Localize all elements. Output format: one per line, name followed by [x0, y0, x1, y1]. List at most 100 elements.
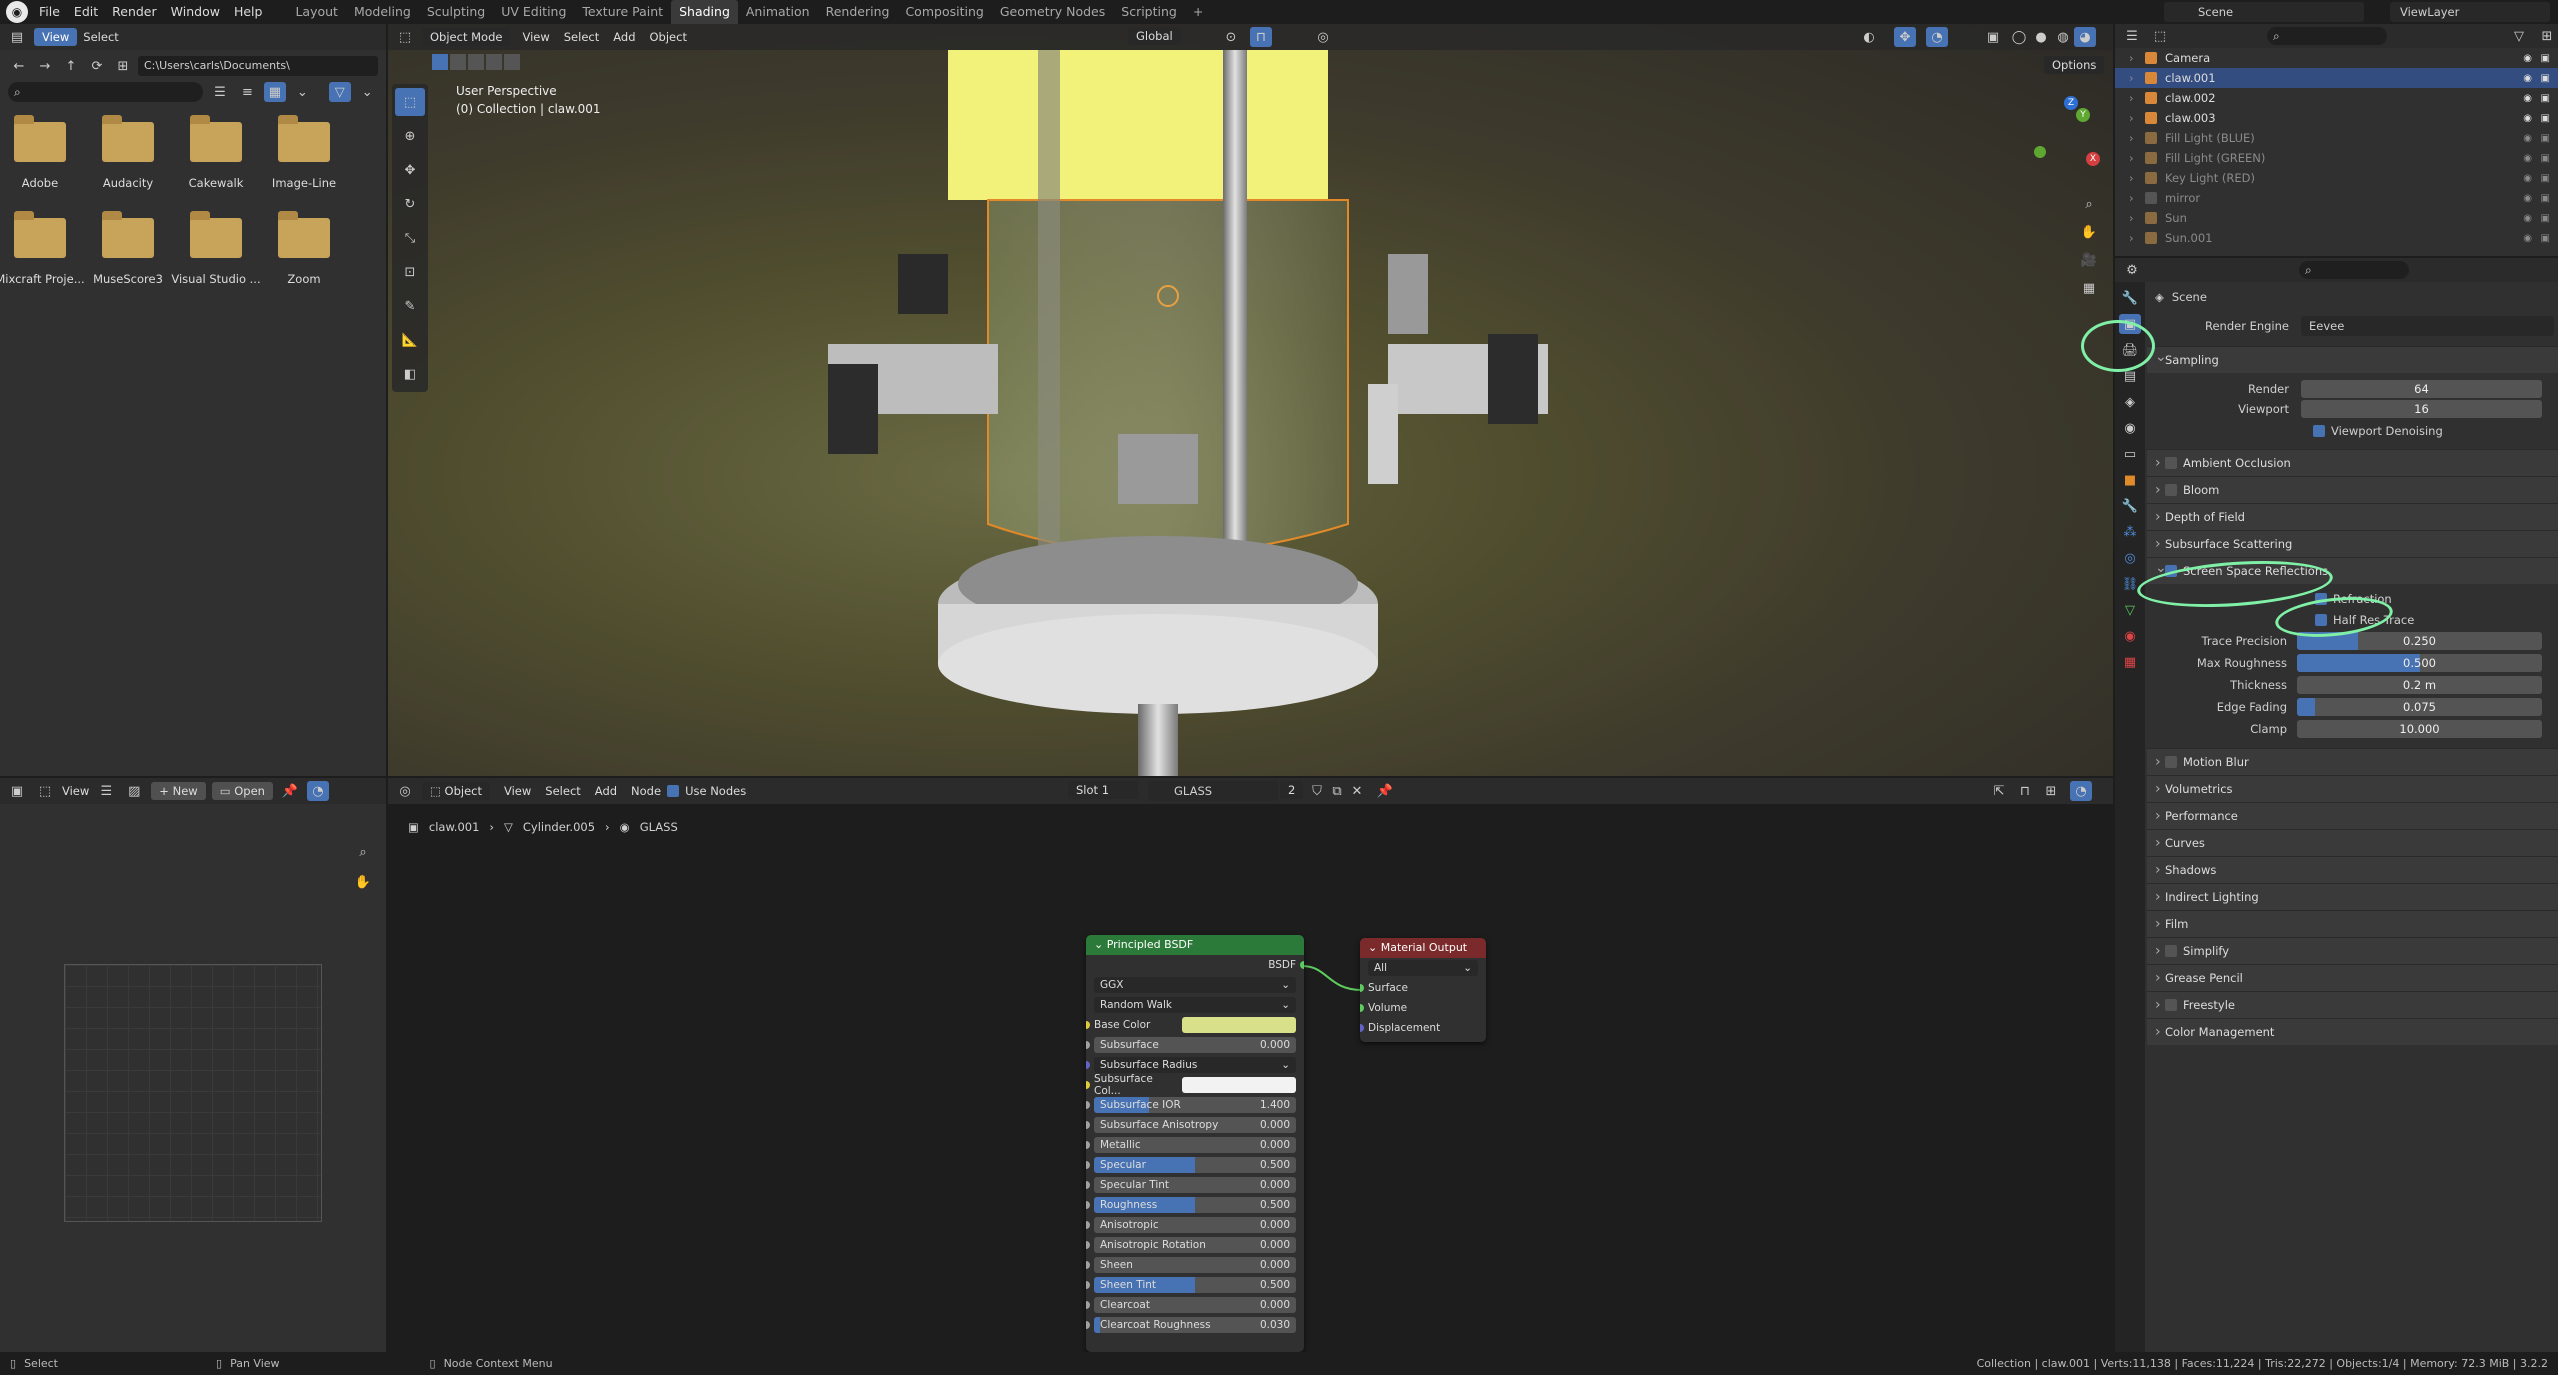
visibility-eye-icon[interactable]: ◉	[2523, 93, 2532, 104]
collection-tab-icon[interactable]: ▭	[2119, 444, 2141, 464]
section-subsurface-scattering[interactable]: Subsurface Scattering	[2147, 530, 2558, 557]
uv-grid[interactable]	[64, 964, 322, 1222]
ssr-field-slider[interactable]: 0.2 m	[2297, 676, 2542, 694]
menu-window[interactable]: Window	[164, 0, 227, 24]
section-curves[interactable]: Curves	[2147, 829, 2558, 856]
bsdf-input-socket[interactable]	[1086, 1041, 1090, 1049]
render-camera-icon[interactable]: ▣	[2541, 93, 2550, 104]
section-ambient-occlusion[interactable]: Ambient Occlusion	[2147, 449, 2558, 476]
scene-tab-icon[interactable]: ◈	[2119, 392, 2141, 412]
menu-render[interactable]: Render	[105, 0, 164, 24]
physics-tab-icon[interactable]: ◎	[2119, 548, 2141, 568]
pin-icon[interactable]: 📌	[279, 781, 301, 801]
image-browse-icon[interactable]: ▨	[123, 781, 145, 801]
section-checkbox[interactable]	[2165, 999, 2177, 1011]
sampling-section-header[interactable]: Sampling	[2147, 346, 2558, 373]
outliner-filter-icon[interactable]: ▽	[2508, 26, 2530, 46]
outliner-item[interactable]: › claw.002 ◉ ▣	[2115, 88, 2558, 108]
camera-view-icon[interactable]: 🎥	[2078, 250, 2100, 270]
list-horizontal-icon[interactable]: ≡	[237, 82, 258, 102]
viewport-denoising-checkbox[interactable]	[2313, 425, 2325, 437]
principled-bsdf-node[interactable]: ⌄ Principled BSDF BSDF GGX ⌄ Random Walk ⌄…	[1086, 935, 1304, 1352]
modifier-tab-icon[interactable]: 🔧	[2119, 496, 2141, 516]
section-bloom[interactable]: Bloom	[2147, 476, 2558, 503]
bsdf-input-field[interactable]: Subsurface 0.000	[1094, 1037, 1296, 1053]
volume-socket[interactable]	[1360, 1004, 1364, 1012]
render-camera-icon[interactable]: ▣	[2541, 113, 2550, 124]
bsdf-input-socket[interactable]	[1086, 1321, 1090, 1329]
gizmo-z-axis[interactable]: Z	[2064, 96, 2078, 110]
subsurface-radius-socket[interactable]	[1086, 1061, 1090, 1069]
image-zoom-icon[interactable]: ⌕	[352, 842, 374, 862]
bsdf-input-field[interactable]: Subsurface Anisotropy 0.000	[1094, 1117, 1296, 1133]
image-hamburger-icon[interactable]: ☰	[95, 781, 117, 801]
section-checkbox[interactable]	[2165, 756, 2177, 768]
refresh-icon[interactable]: ⟳	[86, 56, 108, 76]
list-vertical-icon[interactable]: ☰	[209, 82, 230, 102]
expand-chevron-icon[interactable]: ›	[2129, 151, 2134, 165]
folder-item[interactable]: Image-Line	[264, 112, 344, 208]
path-field[interactable]: C:\Users\carls\Documents\	[138, 56, 378, 76]
folder-item[interactable]: Zoom	[264, 208, 344, 304]
section-checkbox[interactable]	[2165, 945, 2177, 957]
bsdf-output-socket[interactable]	[1300, 961, 1304, 969]
outliner-item[interactable]: › mirror ◉ ▣	[2115, 188, 2558, 208]
texture-tab-icon[interactable]: ▦	[2119, 652, 2141, 672]
menu-help[interactable]: Help	[227, 0, 270, 24]
menu-edit[interactable]: Edit	[67, 0, 105, 24]
object-tab-icon[interactable]: ■	[2119, 470, 2141, 490]
subsurface-color-swatch[interactable]	[1182, 1077, 1296, 1093]
gizmo-y-axis[interactable]: Y	[2076, 108, 2090, 122]
bsdf-input-socket[interactable]	[1086, 1101, 1090, 1109]
bsdf-input-socket[interactable]	[1086, 1201, 1090, 1209]
render-camera-icon[interactable]: ▣	[2541, 73, 2550, 84]
bsdf-input-field[interactable]: Subsurface IOR 1.400	[1094, 1097, 1296, 1113]
bsdf-input-field[interactable]: Roughness 0.500	[1094, 1197, 1296, 1213]
outliner-item[interactable]: › Fill Light (GREEN) ◉ ▣	[2115, 148, 2558, 168]
expand-chevron-icon[interactable]: ›	[2129, 211, 2134, 225]
section-grease-pencil[interactable]: Grease Pencil	[2147, 964, 2558, 991]
expand-chevron-icon[interactable]: ›	[2129, 191, 2134, 205]
material-output-node[interactable]: ⌄ Material Output All ⌄ Surface Volume Di…	[1360, 938, 1486, 1042]
expand-chevron-icon[interactable]: ›	[2129, 171, 2134, 185]
gizmo-neg-y[interactable]	[2034, 146, 2046, 158]
section-motion-blur[interactable]: Motion Blur	[2147, 748, 2558, 775]
image-view-mode-icon[interactable]: ⬚	[34, 781, 56, 801]
section-volumetrics[interactable]: Volumetrics	[2147, 775, 2558, 802]
shader-node-editor[interactable]: ◎ ⬚ Object View Select Add Node Use Nodes S…	[388, 778, 2113, 1352]
render-camera-icon[interactable]: ▣	[2541, 153, 2550, 164]
pan-hand-icon[interactable]: ✋	[2078, 222, 2100, 242]
folder-item[interactable]: Mixcraft Proje...	[0, 208, 85, 304]
bsdf-input-field[interactable]: Specular Tint 0.000	[1094, 1177, 1296, 1193]
new-folder-icon[interactable]: ⊞	[112, 56, 134, 76]
outliner-type-icon[interactable]: ☰	[2121, 26, 2143, 46]
folder-item[interactable]: Audacity	[88, 112, 168, 208]
ssr-field-slider[interactable]: 0.500	[2297, 654, 2542, 672]
bsdf-input-field[interactable]: Sheen 0.000	[1094, 1257, 1296, 1273]
render-camera-icon[interactable]: ▣	[2541, 133, 2550, 144]
zoom-icon[interactable]: ⌕	[2078, 194, 2100, 214]
editor-type-icon[interactable]: ▤	[6, 27, 28, 47]
visibility-eye-icon[interactable]: ◉	[2523, 193, 2532, 204]
add-workspace-button[interactable]: +	[1185, 0, 1211, 24]
section-performance[interactable]: Performance	[2147, 802, 2558, 829]
sampling-render-field[interactable]: 64	[2301, 380, 2542, 398]
workspace-tab-layout[interactable]: Layout	[287, 0, 346, 24]
render-camera-icon[interactable]: ▣	[2541, 213, 2550, 224]
sampling-viewport-field[interactable]: 16	[2301, 400, 2542, 418]
image-pan-icon[interactable]: ✋	[352, 872, 374, 892]
workspace-tab-scripting[interactable]: Scripting	[1113, 0, 1185, 24]
folder-item[interactable]: Cakewalk	[176, 112, 256, 208]
bsdf-input-socket[interactable]	[1086, 1301, 1090, 1309]
particles-tab-icon[interactable]: ⁂	[2119, 522, 2141, 542]
outliner-item[interactable]: › Fill Light (BLUE) ◉ ▣	[2115, 128, 2558, 148]
section-shadows[interactable]: Shadows	[2147, 856, 2558, 883]
outliner-item[interactable]: › claw.001 ◉ ▣	[2115, 68, 2558, 88]
subsurface-method-dropdown[interactable]: Random Walk ⌄	[1094, 997, 1296, 1013]
bsdf-input-socket[interactable]	[1086, 1161, 1090, 1169]
bsdf-input-socket[interactable]	[1086, 1281, 1090, 1289]
bsdf-input-socket[interactable]	[1086, 1181, 1090, 1189]
workspace-tab-uv-editing[interactable]: UV Editing	[493, 0, 574, 24]
render-camera-icon[interactable]: ▣	[2541, 233, 2550, 244]
base-color-socket[interactable]	[1086, 1021, 1090, 1029]
